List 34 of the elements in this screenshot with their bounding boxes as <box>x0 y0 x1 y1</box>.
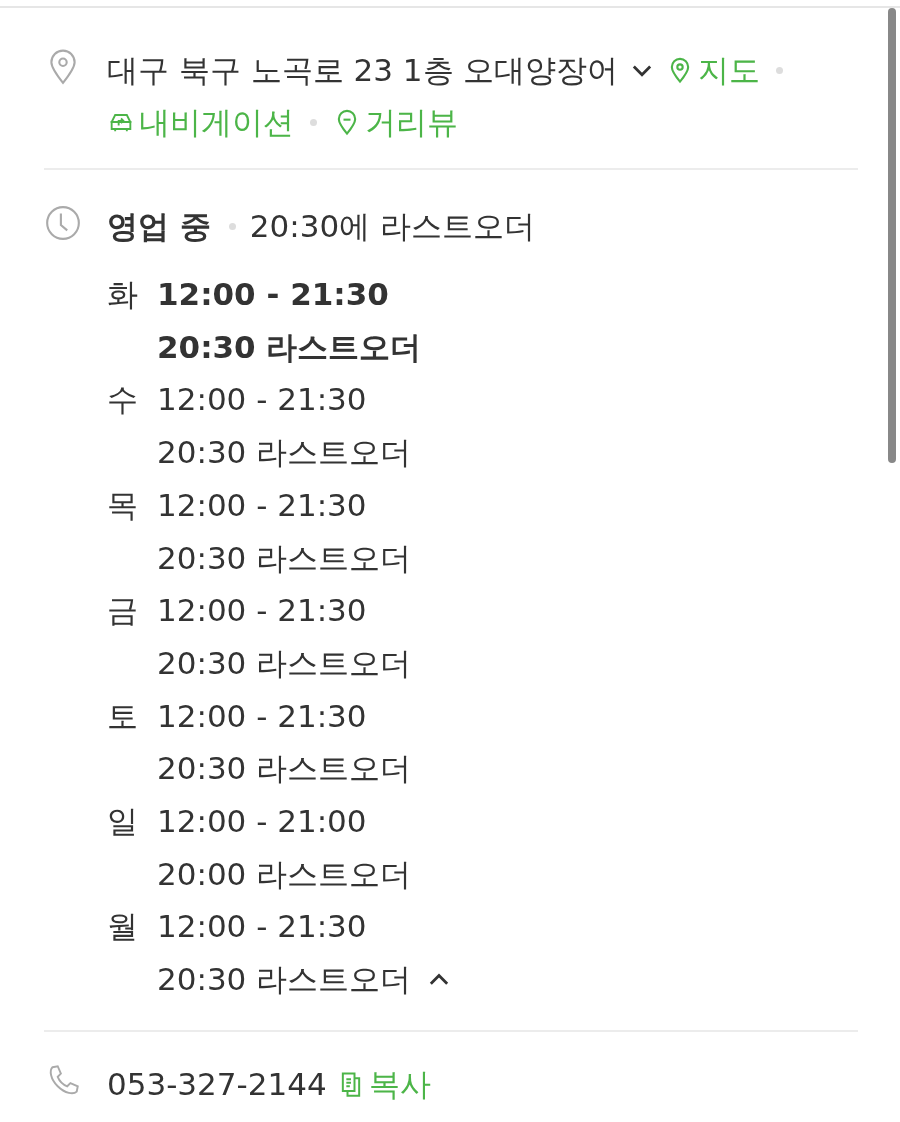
weekday-label: 화 <box>107 275 139 314</box>
phone-number: 053-327-2144 <box>107 1064 327 1104</box>
opening-hours: 12:00 - 21:30 <box>157 485 367 525</box>
last-order-time: 20:30 라스트오더 <box>157 327 422 367</box>
weekday-label: 금 <box>107 591 139 631</box>
separator-dot <box>776 66 784 74</box>
opening-hours: 12:00 - 21:30 <box>157 696 367 736</box>
opening-hours: 12:00 - 21:30 <box>157 591 367 631</box>
last-order-time: 20:30 라스트오더 <box>157 643 412 683</box>
weekday-label: 토 <box>107 696 139 736</box>
last-order-time: 20:30 라스트오더 <box>157 538 412 578</box>
address-text: 대구 북구 노곡로 23 1층 오대양장어 <box>107 51 619 90</box>
navigation-link[interactable]: 내비게이션 <box>107 100 294 144</box>
last-order-note: 20:30에 라스트오더 <box>249 207 535 246</box>
open-status: 영업 중 <box>107 207 211 246</box>
weekday-label: 일 <box>107 802 139 842</box>
opening-hours: 12:00 - 21:30 <box>157 275 389 314</box>
street-link[interactable]: 거리뷰 <box>333 100 458 144</box>
weekday-label: 월 <box>107 907 139 947</box>
scrollbar[interactable] <box>888 8 896 463</box>
copy-button[interactable]: 복사 <box>336 1061 431 1106</box>
opening-hours: 12:00 - 21:00 <box>157 802 367 842</box>
weekday-label: 수 <box>107 380 139 420</box>
last-order-time: 20:30 라스트오더 <box>157 749 412 789</box>
opening-hours: 12:00 - 21:30 <box>157 380 367 420</box>
last-order-time: 20:00 라스트오더 <box>157 854 412 894</box>
separator-dot <box>228 222 236 230</box>
last-order-time: 20:30 라스트오더 <box>157 433 412 473</box>
opening-hours: 12:00 - 21:30 <box>157 907 367 947</box>
clock-icon <box>44 204 82 242</box>
separator-dot <box>310 118 317 126</box>
weekday-label: 목 <box>107 485 139 525</box>
map-link[interactable]: 지도 <box>666 48 761 92</box>
last-order-time: 20:30 라스트오더 <box>157 960 412 1000</box>
